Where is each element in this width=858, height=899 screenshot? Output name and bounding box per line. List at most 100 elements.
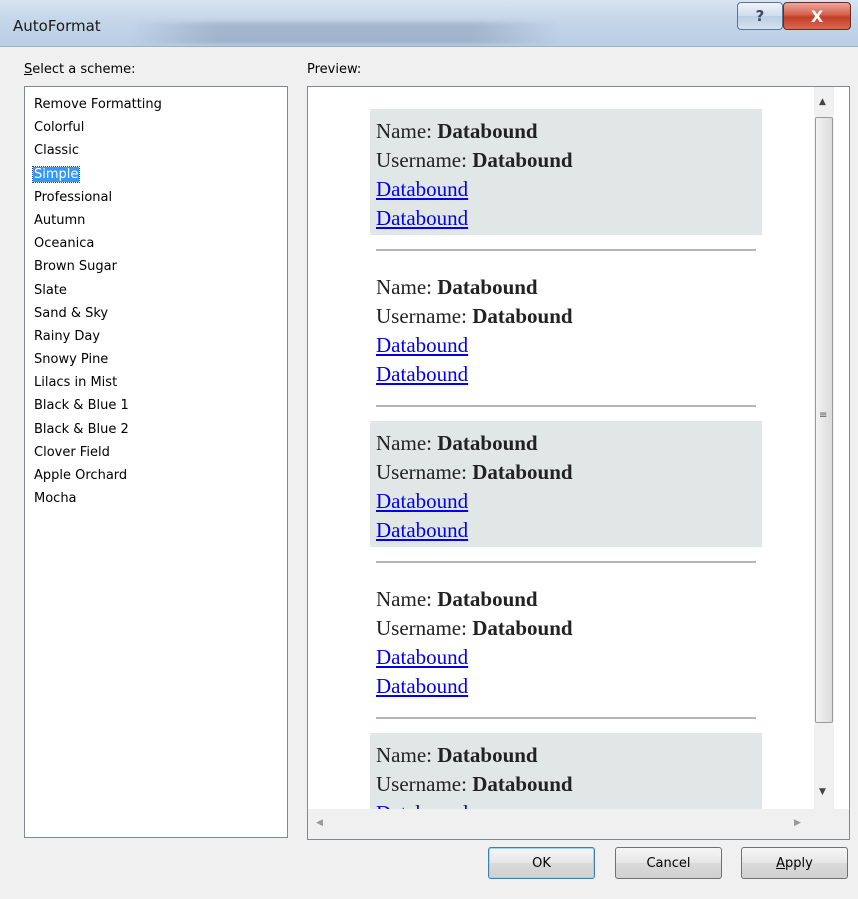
scheme-item[interactable]: Slate [25,279,287,302]
record-separator [376,717,756,719]
username-label: Username: [376,772,473,796]
scheme-item-label: Slate [34,282,67,298]
username-line: Username: Databound [376,770,756,799]
username-value: Databound [472,772,573,796]
username-line: Username: Databound [376,302,756,331]
username-label: Username: [376,304,473,328]
scroll-down-icon[interactable]: ▼ [819,787,826,797]
scheme-item[interactable]: Rainy Day [25,325,287,348]
scroll-grip-icon: ≡ [819,410,828,421]
name-line: Name: Databound [376,117,756,146]
username-value: Databound [472,148,573,172]
preview-record: Name: DataboundUsername: DataboundDatabo… [370,421,762,547]
scroll-up-icon[interactable]: ▲ [819,97,826,107]
scheme-item[interactable]: Autumn [25,209,287,232]
preview-record: Name: DataboundUsername: DataboundDatabo… [370,577,762,703]
scheme-label-rest: elect a scheme: [32,62,136,77]
username-value: Databound [472,304,573,328]
name-label: Name: [376,743,438,767]
username-line: Username: Databound [376,458,756,487]
help-icon: ? [755,7,765,25]
name-line: Name: Databound [376,429,756,458]
databound-link[interactable]: Databound [376,643,756,672]
scheme-item[interactable]: Black & Blue 2 [25,418,287,441]
scheme-item[interactable]: Mocha [25,487,287,510]
username-value: Databound [472,616,573,640]
window-title: AutoFormat [13,17,101,35]
scheme-item-label: Snowy Pine [34,352,109,368]
scheme-item[interactable]: Simple [25,163,287,186]
scheme-item[interactable]: Sand & Sky [25,302,287,325]
scheme-item-label: Black & Blue 1 [34,398,129,414]
scheme-item-label: Apple Orchard [34,468,128,483]
record-separator [376,561,756,563]
cancel-button[interactable]: Cancel [615,847,722,879]
scheme-list[interactable]: Remove Formatting Colorful Classic Simple Pr… [24,86,288,838]
close-button[interactable]: X [783,2,851,30]
scheme-item[interactable]: Apple Orchard [25,464,287,487]
record-separator [376,249,756,251]
scheme-item[interactable]: Brown Sugar [25,255,287,278]
scheme-item-label: Rainy Day [34,328,101,344]
scheme-list-label: Select a scheme: [24,62,136,77]
preview-content: Name: Databound Username: Databound Databo… [370,109,762,839]
databound-link[interactable]: Databound [376,487,756,516]
scheme-item-label: Lilacs in Mist [34,375,118,391]
username-label: Username: [376,148,473,172]
name-value: Databound [437,119,538,143]
scheme-item-label: Brown Sugar [34,259,117,275]
scheme-item[interactable]: Black & Blue 1 [25,394,287,417]
preview-record: Name: DataboundUsername: DataboundDatabo… [370,109,762,235]
scheme-item[interactable]: Professional [25,186,287,209]
scheme-item[interactable]: Remove Formatting [25,93,287,116]
name-line: Name: Databound [376,741,756,770]
scheme-item[interactable]: Colorful [25,116,287,139]
name-value: Databound [437,743,538,767]
dialog-bottom-edge [0,890,858,899]
databound-link[interactable]: Databound [376,360,756,389]
username-line: Username: Databound [376,146,756,175]
scheme-item-label: Colorful [34,120,85,136]
name-line: Name: Databound [376,585,756,614]
name-value: Databound [437,275,538,299]
databound-link[interactable]: Databound [376,331,756,360]
scheme-item[interactable]: Snowy Pine [25,348,287,371]
record-separator [376,405,756,407]
scheme-item[interactable]: Clover Field [25,441,287,464]
username-label: Username: [376,460,473,484]
name-label: Name: [376,431,438,455]
scheme-item-label: Professional [34,189,113,205]
scheme-item-label: Mocha [34,491,77,507]
help-button[interactable]: ? [737,2,783,30]
scheme-item-label: Remove Formatting [34,97,162,112]
databound-link[interactable]: Databound [376,175,756,204]
preview-vertical-scrollbar[interactable]: ▲ ≡ ▼ [814,87,834,809]
preview-pane: Name: Databound Username: Databound Databo… [307,86,850,840]
databound-link[interactable]: Databound [376,672,756,701]
ok-button[interactable]: OK [488,847,595,879]
title-bar[interactable]: AutoFormat ? X [0,0,858,47]
preview-horizontal-scrollbar[interactable]: ◀ ▶ [308,809,814,839]
scheme-item-label: Autumn [34,212,86,228]
username-line: Username: Databound [376,614,756,643]
scheme-item-label: Clover Field [34,444,110,460]
scheme-item-label: Black & Blue 2 [34,421,129,437]
apply-button[interactable]: Apply [741,847,848,879]
name-value: Databound [437,587,538,611]
preview-record: Name: DataboundUsername: DataboundDatabo… [370,265,762,391]
scroll-left-icon[interactable]: ◀ [316,818,323,828]
databound-link[interactable]: Databound [376,516,756,545]
scheme-item-label: Oceanica [34,236,95,252]
close-icon: X [810,6,824,26]
title-bar-backdrop [130,22,560,44]
scheme-item[interactable]: Classic [25,139,287,162]
name-label: Name: [376,275,438,299]
scheme-item[interactable]: Oceanica [25,232,287,255]
name-label: Name: [376,587,438,611]
scroll-right-icon[interactable]: ▶ [794,818,801,828]
name-label: Name: [376,119,438,143]
databound-link[interactable]: Databound [376,204,756,233]
username-label: Username: [376,616,473,640]
scheme-item[interactable]: Lilacs in Mist [25,371,287,394]
apply-accel: A [776,855,786,871]
